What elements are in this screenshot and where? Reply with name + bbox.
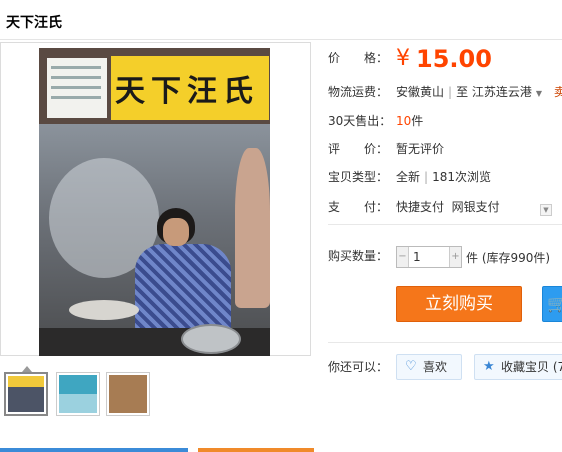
shipping-value: 安徽黄山 | 至 江苏连云港 ▼ 卖: [396, 82, 562, 104]
type-value: 全新 | 181次浏览: [396, 167, 491, 187]
payment-value: 快捷支付 网银支付: [396, 197, 500, 217]
shipping-destination-select[interactable]: 江苏连云港 ▼: [472, 85, 542, 99]
page-title: 天下汪氏: [6, 15, 62, 31]
cover-bowls: [69, 300, 139, 320]
like-button[interactable]: ♡ 喜欢: [396, 354, 462, 380]
favorite-label: 收藏宝贝 (7: [501, 360, 562, 374]
price-currency: ¥: [396, 46, 410, 71]
divider: [328, 342, 562, 343]
type-label: 宝贝类型：: [328, 170, 389, 184]
cover-side-line: [51, 96, 101, 99]
cover-side-line: [51, 76, 101, 79]
add-to-cart-button[interactable]: 🛒: [542, 286, 562, 322]
product-info-panel: 价 格： ¥ 15.00 物流运费： 安徽黄山 | 至 江苏连云港 ▼ 卖 30天售出…: [328, 0, 562, 452]
sold-unit: 件: [411, 114, 424, 128]
thumbnail-image: [8, 376, 44, 412]
condition: 全新: [396, 170, 421, 184]
pay-quick[interactable]: 快捷支付: [396, 200, 444, 214]
thumbnail-2[interactable]: [56, 372, 100, 416]
like-label: 喜欢: [423, 360, 448, 374]
divider: [328, 224, 562, 225]
cover-side-line: [51, 86, 101, 89]
quantity-stepper[interactable]: − +: [396, 246, 462, 268]
cover-figure-face: [163, 218, 189, 246]
sold-value: 10件: [396, 111, 423, 131]
chevron-down-icon: ▼: [535, 89, 543, 98]
heart-icon: ♡: [405, 359, 417, 374]
pay-bank[interactable]: 网银支付: [452, 200, 500, 214]
separator: |: [448, 85, 453, 99]
thumbnail-3[interactable]: [106, 372, 150, 416]
thumbnail-image: [109, 375, 147, 413]
cover-side-line: [51, 66, 101, 69]
shipping-from: 安徽黄山: [396, 85, 445, 99]
quantity-decrease-button[interactable]: −: [397, 247, 409, 267]
magazine-cover-image: 天下汪氏: [39, 48, 270, 356]
bottom-tab-blue[interactable]: [0, 448, 188, 452]
stock-text: 件 (库存990件): [466, 251, 551, 265]
cover-title-band: 天下汪氏: [111, 56, 269, 120]
cover-header: 天下汪氏: [39, 48, 270, 124]
shipping-cut-text: 卖: [553, 85, 562, 99]
payment-dropdown-icon[interactable]: ▼: [540, 204, 552, 216]
star-icon: ★: [483, 359, 495, 374]
shipping-destination: 江苏连云港: [471, 85, 532, 99]
cover-side-block: [47, 58, 107, 118]
main-product-image[interactable]: 天下汪氏: [0, 42, 311, 356]
quantity-increase-button[interactable]: +: [449, 247, 461, 267]
thumbnail-image: [59, 375, 97, 413]
quantity-input[interactable]: [411, 248, 447, 266]
buy-now-button[interactable]: 立刻购买: [396, 286, 522, 322]
shipping-label: 物流运费：: [328, 85, 389, 99]
thumbnail-1[interactable]: [4, 372, 48, 416]
bottom-tab-orange[interactable]: [198, 448, 314, 452]
review-value: 暂无评价: [396, 142, 445, 156]
sold-label: 30天售出：: [328, 114, 392, 128]
view-count: 181次浏览: [432, 170, 491, 184]
sold-count: 10: [396, 114, 412, 128]
also-label: 你还可以：: [328, 360, 389, 374]
separator: |: [424, 170, 429, 184]
cart-icon: 🛒: [547, 294, 562, 313]
payment-label: 支 付：: [328, 200, 389, 214]
cover-pot: [181, 324, 241, 354]
cover-title: 天下汪氏: [115, 74, 259, 109]
cover-figure-shirt: [135, 244, 231, 334]
review-label: 评 价：: [328, 142, 389, 156]
shipping-to-prefix: 至: [456, 85, 469, 99]
quantity-label: 购买数量：: [328, 249, 389, 263]
price-value: 15.00: [416, 45, 492, 73]
cover-figure-right: [235, 148, 270, 308]
price-label: 价 格：: [328, 51, 389, 65]
favorite-button[interactable]: ★ 收藏宝贝 (7: [474, 354, 562, 380]
